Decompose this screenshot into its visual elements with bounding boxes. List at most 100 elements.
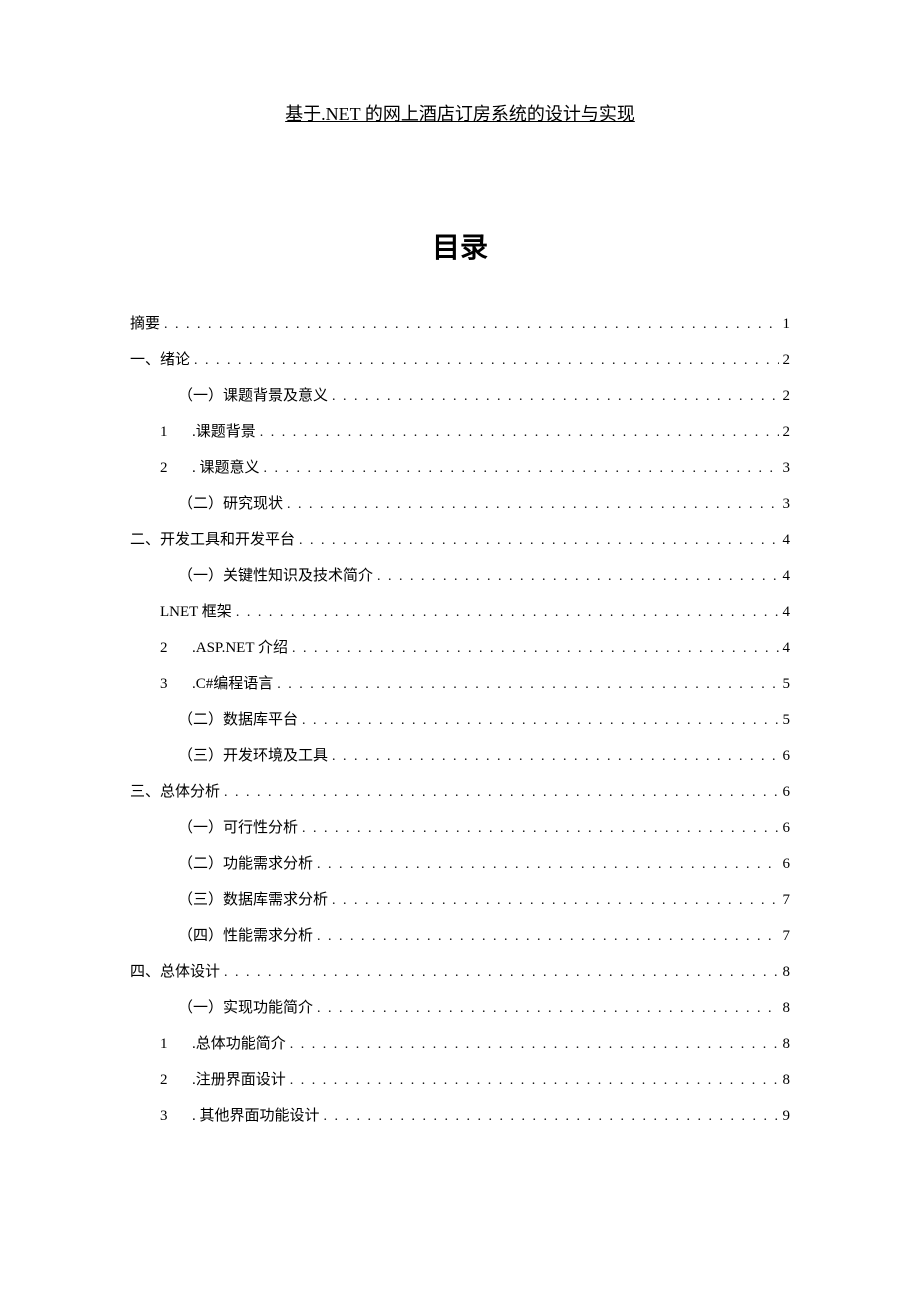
toc-leader-dots — [332, 380, 778, 414]
toc-leader-dots — [317, 848, 778, 882]
toc-entry-page: 3 — [783, 486, 791, 522]
toc-entry: （一）课题背景及意义 2 — [130, 378, 790, 414]
toc-entry: （二）功能需求分析 6 — [130, 846, 790, 882]
toc-entry: 一、绪论 2 — [130, 342, 790, 378]
toc-entry-label: 3.C#编程语言 — [160, 666, 273, 702]
toc-entry-page: 4 — [783, 522, 791, 558]
toc-entry-number: 1 — [160, 414, 178, 450]
toc-entry-page: 2 — [783, 414, 791, 450]
toc-leader-dots — [324, 1100, 779, 1134]
toc-entry-label: （一）可行性分析 — [178, 810, 298, 846]
toc-entry-page: 9 — [783, 1098, 791, 1134]
toc-leader-dots — [287, 488, 778, 522]
toc-entry: 摘要 1 — [130, 306, 790, 342]
toc-leader-dots — [224, 956, 778, 990]
toc-entry: （三）开发环境及工具 6 — [130, 738, 790, 774]
toc-leader-dots — [224, 776, 778, 810]
toc-entry-label: 2.ASP.NET 介绍 — [160, 630, 288, 666]
toc-leader-dots — [317, 920, 778, 954]
toc-leader-dots — [332, 740, 778, 774]
toc-entry-number: 1 — [160, 1026, 178, 1062]
toc-entry-label: 1.总体功能简介 — [160, 1026, 286, 1062]
toc-leader-dots — [260, 416, 779, 450]
toc-entry: 1.课题背景 2 — [130, 414, 790, 450]
toc-entry-page: 6 — [783, 810, 791, 846]
toc-leader-dots — [277, 668, 778, 702]
toc-entry: 3. 其他界面功能设计 9 — [130, 1098, 790, 1134]
toc-entry: LNET 框架 4 — [130, 594, 790, 630]
toc-entry-page: 5 — [783, 702, 791, 738]
toc-entry-page: 3 — [783, 450, 791, 486]
toc-entry-label: （三）开发环境及工具 — [178, 738, 328, 774]
toc-entry-page: 8 — [783, 1026, 791, 1062]
toc-entry-label: （二）功能需求分析 — [178, 846, 313, 882]
toc-entry: （二）研究现状 3 — [130, 486, 790, 522]
toc-leader-dots — [236, 596, 779, 630]
toc-heading: 目录 — [130, 226, 790, 266]
toc-entry: 1.总体功能简介 8 — [130, 1026, 790, 1062]
toc-entry-label: （三）数据库需求分析 — [178, 882, 328, 918]
toc-leader-dots — [290, 1028, 779, 1062]
toc-entry-page: 4 — [783, 558, 791, 594]
toc-entry-number: 2 — [160, 1062, 178, 1098]
toc-entry: （一）可行性分析 6 — [130, 810, 790, 846]
toc-leader-dots — [377, 560, 778, 594]
toc-list: 摘要1一、绪论2（一）课题背景及意义21.课题背景22. 课题意义3（二）研究现… — [130, 306, 790, 1134]
toc-entry: （一）实现功能简介 8 — [130, 990, 790, 1026]
toc-entry-label: （一）课题背景及意义 — [178, 378, 328, 414]
toc-entry-label: 1.课题背景 — [160, 414, 256, 450]
toc-entry: 三、总体分析 6 — [130, 774, 790, 810]
toc-entry-page: 4 — [783, 594, 791, 630]
toc-entry-label: （一）实现功能简介 — [178, 990, 313, 1026]
toc-entry-label: LNET 框架 — [160, 594, 232, 630]
toc-entry: 二、开发工具和开发平台 4 — [130, 522, 790, 558]
toc-entry-page: 4 — [783, 630, 791, 666]
toc-entry-page: 6 — [783, 738, 791, 774]
toc-entry-label: 二、开发工具和开发平台 — [130, 522, 295, 558]
toc-entry-page: 2 — [783, 342, 791, 378]
toc-entry-label: （二）数据库平台 — [178, 702, 298, 738]
toc-leader-dots — [302, 812, 778, 846]
toc-entry-number: 2 — [160, 630, 178, 666]
toc-entry-number: 2 — [160, 450, 178, 486]
toc-entry-page: 8 — [783, 990, 791, 1026]
toc-leader-dots — [332, 884, 778, 918]
toc-entry-page: 6 — [783, 846, 791, 882]
toc-leader-dots — [290, 1064, 779, 1098]
toc-entry-page: 2 — [783, 378, 791, 414]
document-title: 基于.NET 的网上酒店订房系统的设计与实现 — [130, 100, 790, 126]
toc-entry-page: 8 — [783, 1062, 791, 1098]
toc-leader-dots — [164, 308, 778, 342]
toc-leader-dots — [264, 452, 779, 486]
toc-entry-label: 三、总体分析 — [130, 774, 220, 810]
toc-entry-label: 2.注册界面设计 — [160, 1062, 286, 1098]
toc-entry: 四、总体设计 8 — [130, 954, 790, 990]
toc-entry: （四）性能需求分析 7 — [130, 918, 790, 954]
toc-entry-page: 1 — [783, 306, 791, 342]
toc-entry-page: 5 — [783, 666, 791, 702]
toc-entry-label: 摘要 — [130, 306, 160, 342]
toc-entry: （二）数据库平台 5 — [130, 702, 790, 738]
toc-entry-number: 3 — [160, 1098, 178, 1134]
toc-leader-dots — [299, 524, 778, 558]
toc-leader-dots — [194, 344, 778, 378]
toc-leader-dots — [292, 632, 779, 666]
toc-leader-dots — [317, 992, 778, 1026]
toc-entry: 2.注册界面设计 8 — [130, 1062, 790, 1098]
toc-entry: （三）数据库需求分析 7 — [130, 882, 790, 918]
toc-entry-page: 7 — [783, 882, 791, 918]
toc-entry-label: 四、总体设计 — [130, 954, 220, 990]
toc-entry-label: （二）研究现状 — [178, 486, 283, 522]
toc-entry-page: 6 — [783, 774, 791, 810]
toc-entry: 3.C#编程语言 5 — [130, 666, 790, 702]
toc-entry-label: 3. 其他界面功能设计 — [160, 1098, 320, 1134]
toc-entry-label: （一）关键性知识及技术简介 — [178, 558, 373, 594]
toc-entry: 2.ASP.NET 介绍 4 — [130, 630, 790, 666]
toc-entry-label: （四）性能需求分析 — [178, 918, 313, 954]
toc-entry-page: 8 — [783, 954, 791, 990]
toc-entry-page: 7 — [783, 918, 791, 954]
toc-entry-label: 2. 课题意义 — [160, 450, 260, 486]
toc-entry-label: 一、绪论 — [130, 342, 190, 378]
toc-leader-dots — [302, 704, 778, 738]
toc-entry: 2. 课题意义 3 — [130, 450, 790, 486]
